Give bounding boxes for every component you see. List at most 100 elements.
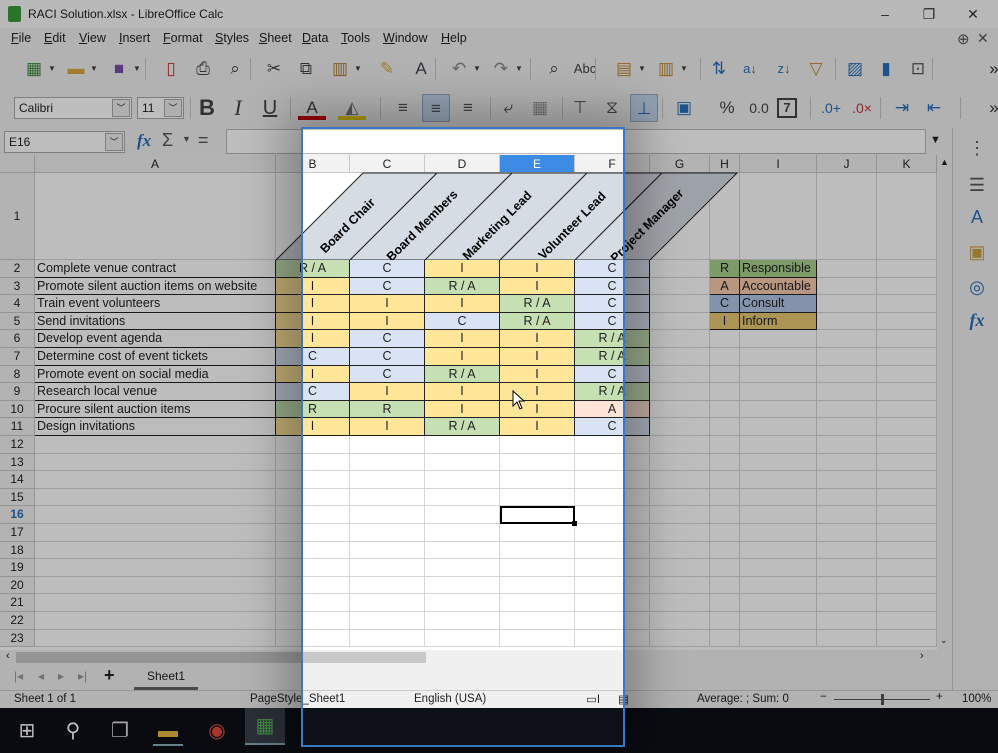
cell[interactable] [710, 541, 740, 560]
column-header-i[interactable]: I [740, 155, 817, 173]
cell[interactable] [35, 629, 276, 648]
raci-cell[interactable]: C [276, 383, 350, 401]
cell[interactable] [740, 488, 817, 507]
cell[interactable] [575, 629, 650, 648]
more-icon[interactable]: » [980, 94, 998, 122]
cell[interactable] [650, 277, 710, 296]
sum-dropdown-icon[interactable]: ▼ [182, 134, 191, 144]
cell[interactable] [425, 594, 500, 612]
cell[interactable] [650, 559, 710, 577]
cell[interactable] [710, 400, 740, 419]
cell[interactable] [350, 559, 425, 577]
column-header-g[interactable]: G [650, 155, 710, 173]
cell[interactable] [575, 559, 650, 577]
raci-cell[interactable]: I [425, 295, 500, 313]
cell[interactable] [350, 471, 425, 489]
cell[interactable] [877, 365, 937, 384]
cell[interactable] [817, 612, 877, 630]
sum-icon[interactable]: Σ [162, 130, 173, 151]
cell[interactable] [817, 260, 877, 278]
wrap-text-icon[interactable]: ⤶ [494, 94, 522, 122]
raci-cell[interactable]: R / A [575, 330, 650, 348]
cell[interactable] [877, 312, 937, 331]
cell[interactable] [575, 612, 650, 630]
row-header-6[interactable]: 6 [0, 330, 35, 348]
autofilter-icon[interactable]: ▽ [802, 55, 830, 83]
cell[interactable] [500, 612, 575, 630]
cell[interactable] [575, 488, 650, 507]
cell[interactable] [740, 541, 817, 560]
cell[interactable] [35, 524, 276, 542]
underline-icon[interactable]: U [256, 94, 284, 122]
chevron-down-icon[interactable]: ﹀ [164, 99, 182, 117]
task-name-cell[interactable]: Send invitations [35, 312, 276, 331]
cell[interactable] [425, 559, 500, 577]
raci-cell[interactable]: R / A [425, 418, 500, 436]
cell[interactable] [650, 453, 710, 472]
row-header-23[interactable]: 23 [0, 629, 35, 648]
cell[interactable] [817, 594, 877, 612]
row-header-10[interactable]: 10 [0, 400, 35, 419]
cell[interactable] [276, 576, 350, 595]
cell[interactable] [740, 629, 817, 648]
cell[interactable] [710, 453, 740, 472]
cell[interactable] [877, 260, 937, 278]
legend-label[interactable]: Inform [740, 312, 817, 331]
cell[interactable] [650, 348, 710, 366]
cell[interactable] [740, 400, 817, 419]
menu-window[interactable]: Window [383, 31, 427, 45]
cell[interactable] [425, 471, 500, 489]
row-header-7[interactable]: 7 [0, 348, 35, 366]
cell[interactable] [650, 524, 710, 542]
cell[interactable] [710, 330, 740, 348]
clear-formatting-icon[interactable]: A [407, 55, 435, 83]
raci-cell[interactable]: I [350, 383, 425, 401]
cell[interactable] [425, 488, 500, 507]
cell[interactable] [500, 453, 575, 472]
save-icon[interactable]: ■ [105, 55, 133, 83]
menu-view[interactable]: View [79, 31, 106, 45]
legend-key[interactable]: A [710, 277, 740, 296]
cell[interactable] [877, 506, 937, 524]
cell[interactable] [350, 576, 425, 595]
row-header-18[interactable]: 18 [0, 541, 35, 560]
cell[interactable] [817, 453, 877, 472]
row-header-1[interactable]: 1 [0, 173, 35, 260]
number-format-icon[interactable]: 0.0 [745, 94, 773, 122]
cell[interactable] [710, 559, 740, 577]
cell[interactable] [877, 576, 937, 595]
cell[interactable] [877, 348, 937, 366]
raci-cell[interactable]: I [500, 348, 575, 366]
cell[interactable] [35, 576, 276, 595]
next-sheet-icon[interactable]: ▸ [58, 669, 64, 683]
cell[interactable] [710, 506, 740, 524]
align-right-icon[interactable]: ≡ [454, 94, 482, 122]
row-header-21[interactable]: 21 [0, 594, 35, 612]
raci-cell[interactable]: I [425, 330, 500, 348]
cell[interactable] [276, 453, 350, 472]
cell[interactable] [710, 594, 740, 612]
currency-icon[interactable]: ▣ [670, 94, 698, 122]
file-explorer-icon[interactable]: ▬ [153, 716, 183, 746]
dropdown-arrow-icon[interactable]: ▼ [47, 55, 57, 83]
more-icon[interactable]: » [980, 55, 998, 83]
redo-icon[interactable]: ↷ [487, 55, 515, 83]
cell[interactable] [877, 453, 937, 472]
cell[interactable] [650, 471, 710, 489]
menu-file[interactable]: File [11, 31, 31, 45]
sort-descending-icon[interactable]: z↓ [770, 55, 798, 83]
add-sheet-button[interactable]: + [104, 665, 115, 686]
cell[interactable] [650, 365, 710, 384]
cell[interactable] [500, 629, 575, 648]
chevron-down-icon[interactable]: ﹀ [105, 133, 123, 151]
cell[interactable] [650, 436, 710, 454]
task-name-cell[interactable]: Determine cost of event tickets [35, 348, 276, 366]
column-header-e[interactable]: E [500, 155, 575, 173]
role-header-cell[interactable] [275, 172, 439, 260]
dropdown-arrow-icon[interactable]: ▼ [89, 55, 99, 83]
cell[interactable] [650, 488, 710, 507]
cell[interactable] [276, 436, 350, 454]
raci-cell[interactable]: I [276, 295, 350, 313]
legend-label[interactable]: Consult [740, 295, 817, 313]
cell[interactable] [575, 594, 650, 612]
